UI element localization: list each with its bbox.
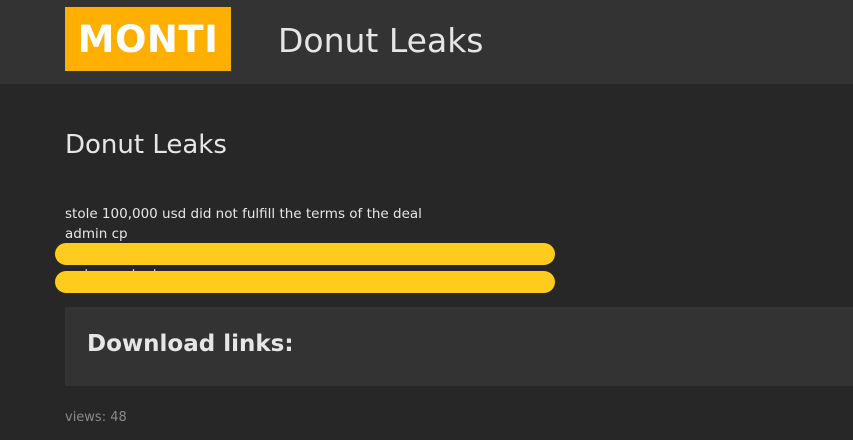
redaction-bar <box>55 271 555 293</box>
logo-text: MONTI <box>77 17 219 61</box>
redaction-bar <box>55 243 555 265</box>
post-content: Donut Leaks stole 100,000 usd did not fu… <box>0 84 853 440</box>
download-links-panel: Download links: <box>65 307 853 386</box>
view-count: views: 48 <box>65 410 127 425</box>
post-title: Donut Leaks <box>65 130 227 160</box>
download-links-heading: Download links: <box>87 331 294 357</box>
site-title[interactable]: Donut Leaks <box>278 20 484 62</box>
header-bar: MONTI Donut Leaks <box>0 0 853 84</box>
post-text-line: stole 100,000 usd did not fulfill the te… <box>65 206 422 222</box>
monti-logo[interactable]: MONTI <box>65 7 231 71</box>
post-text-line: admin cp <box>65 226 128 242</box>
